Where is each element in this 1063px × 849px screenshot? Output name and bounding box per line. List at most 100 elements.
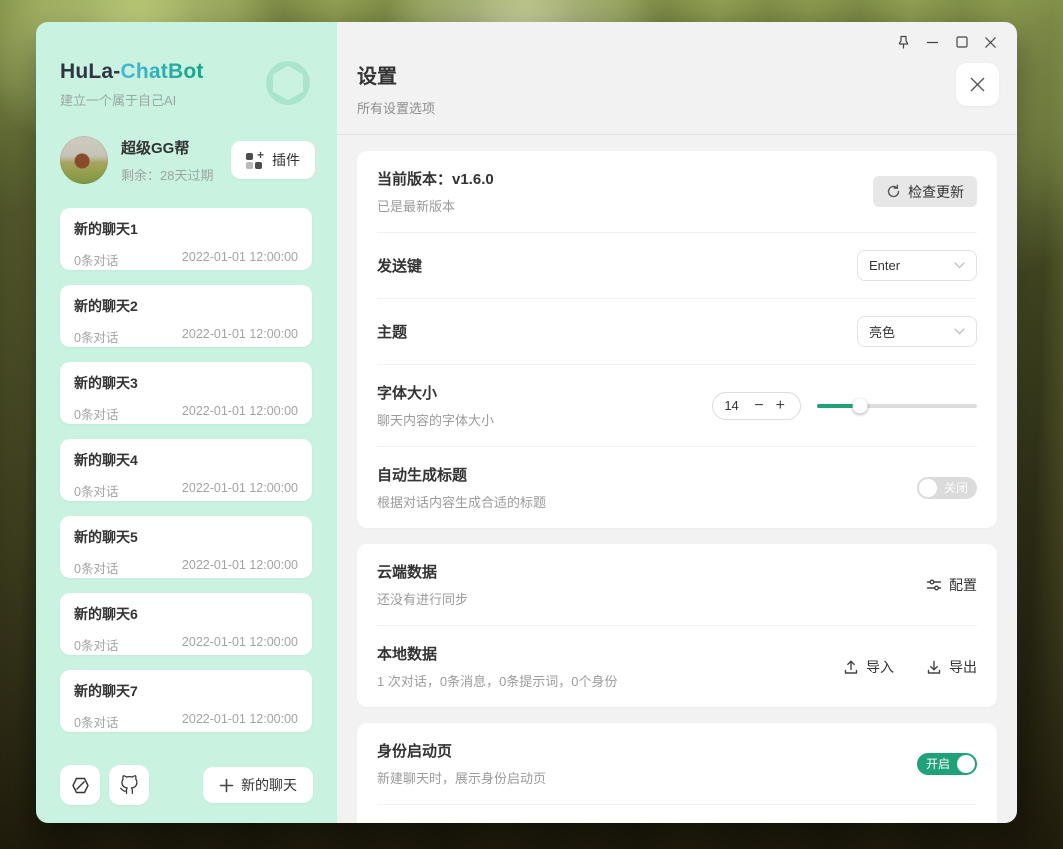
settings-panel: 设置 所有设置选项 当前版本：v1.6.0 已是最新版本: [337, 22, 1017, 823]
settings-card-identity: 身份启动页 新建聊天时，展示身份启动页 开启 隐藏内置身份 在所有身份列表中隐藏…: [357, 723, 997, 823]
clear-data-button[interactable]: [60, 765, 100, 805]
plugin-button-label: 插件: [272, 150, 300, 170]
page-subtitle: 所有设置选项: [357, 98, 997, 117]
github-button[interactable]: [109, 765, 149, 805]
avatar[interactable]: [60, 136, 108, 184]
github-icon: [119, 775, 139, 795]
chat-time: 2022-01-01 12:00:00: [182, 404, 298, 423]
auto-title-toggle[interactable]: 关闭: [917, 477, 977, 499]
toggle-knob: [919, 479, 937, 497]
plugin-button[interactable]: + 插件: [231, 141, 315, 179]
font-size-slider[interactable]: [817, 404, 977, 408]
theme-title: 主题: [377, 321, 407, 342]
chat-list-item[interactable]: 新的聊天1 0条对话 2022-01-01 12:00:00: [60, 208, 312, 270]
download-icon: [926, 659, 942, 675]
chat-time: 2022-01-01 12:00:00: [182, 481, 298, 500]
toggle-label: 开启: [926, 753, 950, 775]
local-data-subtitle: 1 次对话，0条消息，0条提示词，0个身份: [377, 671, 618, 690]
row-version: 当前版本：v1.6.0 已是最新版本 检查更新: [377, 151, 977, 232]
send-key-title: 发送键: [377, 255, 422, 276]
chat-list: 新的聊天1 0条对话 2022-01-01 12:00:00 新的聊天2 0条对话…: [36, 208, 337, 749]
font-size-title: 字体大小: [377, 382, 494, 403]
app-window: HuLa-ChatBot 建立一个属于自己AI 超级GG帮 剩余：28天过期: [36, 22, 1017, 823]
check-update-button[interactable]: 检查更新: [873, 176, 977, 207]
chat-title: 新的聊天4: [74, 450, 298, 470]
settings-content: 当前版本：v1.6.0 已是最新版本 检查更新 发送键 Enter: [337, 135, 1017, 823]
chat-list-item[interactable]: 新的聊天4 0条对话 2022-01-01 12:00:00: [60, 439, 312, 501]
maximize-icon[interactable]: [947, 29, 976, 55]
settings-card-general: 当前版本：v1.6.0 已是最新版本 检查更新 发送键 Enter: [357, 151, 997, 528]
close-icon[interactable]: [976, 29, 1005, 55]
chat-list-item[interactable]: 新的聊天5 0条对话2022-01-01 12:00:00: [60, 516, 312, 578]
chat-title: 新的聊天3: [74, 373, 298, 393]
app-title-accent: ChatBot: [121, 60, 204, 83]
refresh-icon: [886, 184, 901, 199]
chat-title: 新的聊天5: [74, 527, 298, 547]
row-font-size: 字体大小 聊天内容的字体大小 14 − +: [377, 364, 977, 446]
chat-title: 新的聊天1: [74, 219, 298, 239]
import-label: 导入: [866, 657, 894, 677]
cloud-data-subtitle: 还没有进行同步: [377, 589, 468, 608]
hexagon-slash-icon: [71, 776, 90, 795]
settings-card-data: 云端数据 还没有进行同步 配置 本地数据 1 次对话，0条消息，0: [357, 544, 997, 707]
row-mask-splash: 身份启动页 新建聊天时，展示身份启动页 开启: [377, 723, 977, 804]
chat-list-item[interactable]: 新的聊天2 0条对话2022-01-01 12:00:00: [60, 285, 312, 347]
cloud-config-label: 配置: [949, 575, 977, 595]
chat-list-item[interactable]: 新的聊天3 0条对话 2022-01-01 12:00:00: [60, 362, 312, 424]
close-icon: [969, 76, 986, 93]
plus-icon: [219, 778, 234, 793]
openai-logo-icon: [261, 56, 315, 110]
chat-title: 新的聊天2: [74, 296, 298, 316]
user-expiry: 剩余：28天过期: [121, 165, 213, 184]
window-titlebar: [889, 29, 1005, 55]
auto-title-subtitle: 根据对话内容生成合适的标题: [377, 492, 546, 511]
chat-title: 新的聊天7: [74, 681, 298, 701]
chat-count: 0条对话: [74, 250, 118, 269]
toggle-label: 关闭: [944, 477, 968, 499]
import-button[interactable]: 导入: [843, 657, 894, 677]
row-auto-title: 自动生成标题 根据对话内容生成合适的标题 关闭: [377, 446, 977, 528]
chevron-down-icon: [954, 262, 965, 269]
send-key-select[interactable]: Enter: [857, 250, 977, 281]
cloud-data-title: 云端数据: [377, 561, 468, 582]
new-chat-label: 新的聊天: [241, 775, 297, 795]
app-title-prefix: HuLa-: [60, 60, 121, 83]
row-send-key: 发送键 Enter: [377, 232, 977, 298]
upload-icon: [843, 659, 859, 675]
cloud-config-button[interactable]: 配置: [926, 575, 977, 595]
chat-count: 0条对话: [74, 712, 118, 731]
sidebar-footer: 新的聊天: [36, 749, 337, 823]
row-theme: 主题 亮色: [377, 298, 977, 364]
font-size-increase-button[interactable]: +: [772, 398, 789, 414]
pin-icon[interactable]: [889, 29, 918, 55]
chat-list-item[interactable]: 新的聊天7 0条对话 2022-01-01 12:00:00: [60, 670, 312, 732]
theme-select[interactable]: 亮色: [857, 316, 977, 347]
export-label: 导出: [949, 657, 977, 677]
export-button[interactable]: 导出: [926, 657, 977, 677]
row-hide-builtin: 隐藏内置身份 在所有身份列表中隐藏内置身份 关闭: [377, 804, 977, 823]
page-title: 设置: [357, 60, 997, 89]
row-local-data: 本地数据 1 次对话，0条消息，0条提示词，0个身份 导入: [377, 625, 977, 707]
chat-title: 新的聊天6: [74, 604, 298, 624]
app-title: HuLa-ChatBot: [60, 60, 204, 84]
mask-splash-toggle[interactable]: 开启: [917, 753, 977, 775]
row-cloud-data: 云端数据 还没有进行同步 配置: [377, 544, 977, 625]
settings-close-button[interactable]: [956, 63, 999, 106]
new-chat-button[interactable]: 新的聊天: [203, 767, 313, 803]
chat-list-item[interactable]: 新的聊天6 0条对话2022-01-01 12:00:00: [60, 593, 312, 655]
chat-time: 2022-01-01 12:00:00: [182, 635, 298, 654]
minimize-icon[interactable]: [918, 29, 947, 55]
check-update-label: 检查更新: [908, 182, 964, 202]
font-size-decrease-button[interactable]: −: [750, 398, 767, 414]
user-profile: 超级GG帮 剩余：28天过期 + 插件: [36, 136, 337, 184]
mask-splash-title: 身份启动页: [377, 740, 546, 761]
chat-time: 2022-01-01 12:00:00: [182, 250, 298, 269]
font-size-subtitle: 聊天内容的字体大小: [377, 410, 494, 429]
chat-count: 0条对话: [74, 404, 118, 423]
brand-header: HuLa-ChatBot 建立一个属于自己AI: [36, 22, 337, 110]
chat-time: 2022-01-01 12:00:00: [182, 712, 298, 731]
font-size-slider-thumb[interactable]: [853, 398, 868, 413]
chat-count: 0条对话: [74, 481, 118, 500]
user-name: 超级GG帮: [121, 137, 213, 158]
font-size-value: 14: [724, 398, 746, 413]
